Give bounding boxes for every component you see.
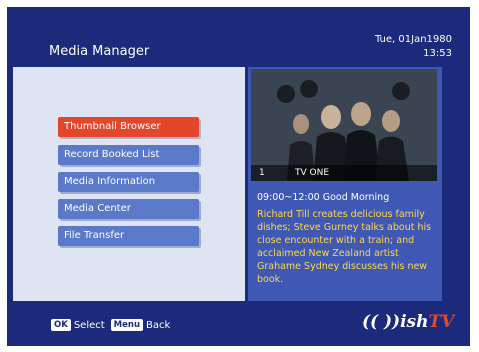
ok-hint-label: Select xyxy=(73,319,105,331)
menu-key: Menu xyxy=(110,319,143,331)
channel-number: 1 xyxy=(259,168,265,178)
footer-hints: OK Select Menu Back xyxy=(51,319,176,331)
logo-tv: TV xyxy=(428,312,455,332)
channel-caption: 1 TV ONE xyxy=(251,165,437,181)
menu-item-thumbnail-browser[interactable]: Thumbnail Browser xyxy=(58,117,199,137)
menu-hint-label: Back xyxy=(146,319,171,331)
menu-item-file-transfer[interactable]: File Transfer xyxy=(58,226,199,246)
channel-name: TV ONE xyxy=(295,168,330,178)
programme-title: 09:00~12:00 Good Morning xyxy=(257,192,390,203)
time-text: 13:53 xyxy=(423,48,452,59)
page-title: Media Manager xyxy=(49,44,150,59)
clock: Tue, 01Jan1980 13:53 xyxy=(375,33,452,61)
menu-item-media-information[interactable]: Media Information xyxy=(58,172,199,192)
menu-item-media-center[interactable]: Media Center xyxy=(58,199,199,219)
dishtv-logo: (( ))ishTV xyxy=(362,312,454,332)
date-text: Tue, 01Jan1980 xyxy=(374,34,452,45)
ok-key: OK xyxy=(51,319,71,331)
menu-item-record-booked-list[interactable]: Record Booked List xyxy=(58,145,199,165)
programme-description: Richard Till creates delicious family di… xyxy=(257,209,432,285)
logo-text: (( ))ish xyxy=(362,312,429,332)
